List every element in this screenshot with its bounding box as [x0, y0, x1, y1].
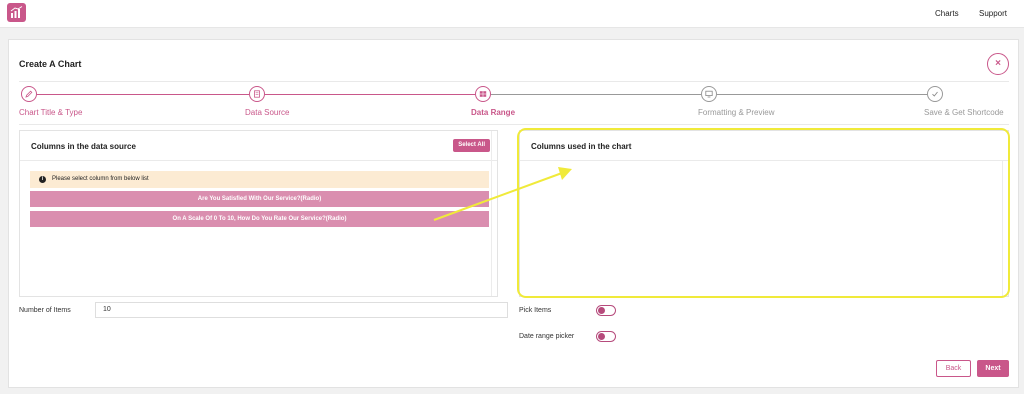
page-title: Create A Chart [19, 59, 82, 69]
nav-charts-link[interactable]: Charts [935, 9, 959, 18]
step-5-save-shortcode[interactable] [927, 86, 943, 102]
back-button[interactable]: Back [936, 360, 971, 377]
check-icon [932, 91, 938, 97]
notice-text: Please select column from below list [52, 176, 149, 182]
column-item[interactable]: Are You Satisfied With Our Service?(Radi… [30, 191, 489, 207]
step-4-formatting-preview[interactable] [701, 86, 717, 102]
step-label[interactable]: Save & Get Shortcode [924, 108, 1004, 117]
close-button[interactable]: × [987, 53, 1009, 75]
select-column-notice: i Please select column from below list [30, 171, 489, 188]
divider [19, 81, 1009, 82]
box-header: Columns in the data source Select All [20, 131, 497, 161]
step-label[interactable]: Data Source [245, 108, 289, 117]
box-header: Columns used in the chart [520, 131, 1008, 161]
divider [19, 124, 1009, 125]
next-button[interactable]: Next [977, 360, 1009, 377]
step-2-data-source[interactable] [249, 86, 265, 102]
create-chart-panel: Create A Chart × Chart Title & Type Data… [8, 39, 1019, 388]
date-range-toggle[interactable] [596, 331, 616, 342]
step-1-chart-title-type[interactable] [21, 86, 37, 102]
step-label[interactable]: Formatting & Preview [698, 108, 774, 117]
nav-support-link[interactable]: Support [979, 9, 1007, 18]
chart-columns-box[interactable]: Columns used in the chart [519, 130, 1009, 297]
step-connector [717, 94, 927, 95]
step-connector [491, 94, 701, 95]
data-source-columns-box: Columns in the data source Select All i … [19, 130, 498, 297]
step-connector [265, 94, 475, 95]
step-3-data-range[interactable] [475, 86, 491, 102]
source-columns-title: Columns in the data source [31, 142, 136, 151]
pick-items-toggle[interactable] [596, 305, 616, 316]
number-of-items-label: Number of Items [19, 307, 71, 314]
document-icon [254, 90, 260, 98]
app-logo-icon[interactable] [7, 3, 26, 22]
select-all-button[interactable]: Select All [453, 139, 490, 152]
step-label[interactable]: Chart Title & Type [19, 108, 82, 117]
monitor-icon [705, 90, 713, 98]
step-connector [37, 94, 249, 95]
date-range-label: Date range picker [519, 333, 575, 340]
info-icon: i [39, 176, 46, 183]
pencil-icon [25, 90, 33, 98]
table-icon [479, 91, 487, 97]
chart-columns-title: Columns used in the chart [531, 142, 632, 151]
pick-items-label: Pick Items [519, 307, 552, 314]
number-of-items-input[interactable]: 10 [95, 302, 508, 318]
top-bar: Charts Support [0, 0, 1024, 28]
scrollbar[interactable] [491, 131, 497, 296]
step-label[interactable]: Data Range [471, 108, 515, 117]
column-item[interactable]: On A Scale Of 0 To 10, How Do You Rate O… [30, 211, 489, 227]
scrollbar[interactable] [1002, 161, 1008, 297]
